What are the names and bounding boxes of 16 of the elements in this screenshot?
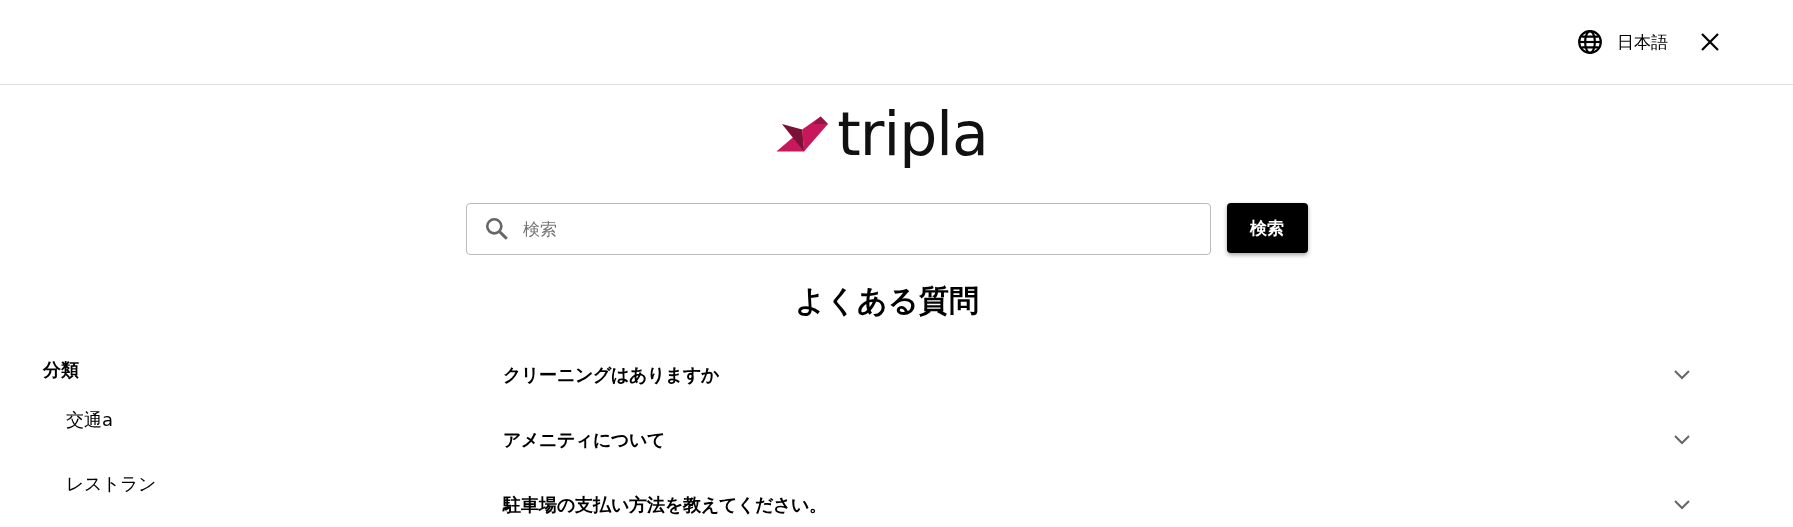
search-button[interactable]: 検索 (1226, 203, 1308, 253)
search-field[interactable]: 検索 (465, 203, 1211, 255)
category-link[interactable]: 交通a (43, 402, 503, 466)
globe-icon (1577, 29, 1603, 55)
language-selector[interactable]: 日本語 (1617, 30, 1668, 54)
faq-item[interactable]: クリーニングはありますか (503, 342, 1698, 407)
faq-question: アメニティについて (503, 427, 665, 452)
faq-question: 駐車場の支払い方法を教えてください。 (503, 492, 827, 517)
search-icon (483, 216, 510, 242)
faq-item[interactable]: アメニティについて (503, 407, 1698, 472)
page-title: よくある質問 (793, 282, 980, 320)
category-heading: 分類 (43, 358, 80, 382)
faq-question: クリーニングはありますか (503, 362, 719, 387)
category-link[interactable]: レストラン (43, 466, 503, 527)
faq-item[interactable]: 駐車場の支払い方法を教えてください。 (503, 472, 1698, 527)
close-icon[interactable] (1700, 32, 1720, 52)
